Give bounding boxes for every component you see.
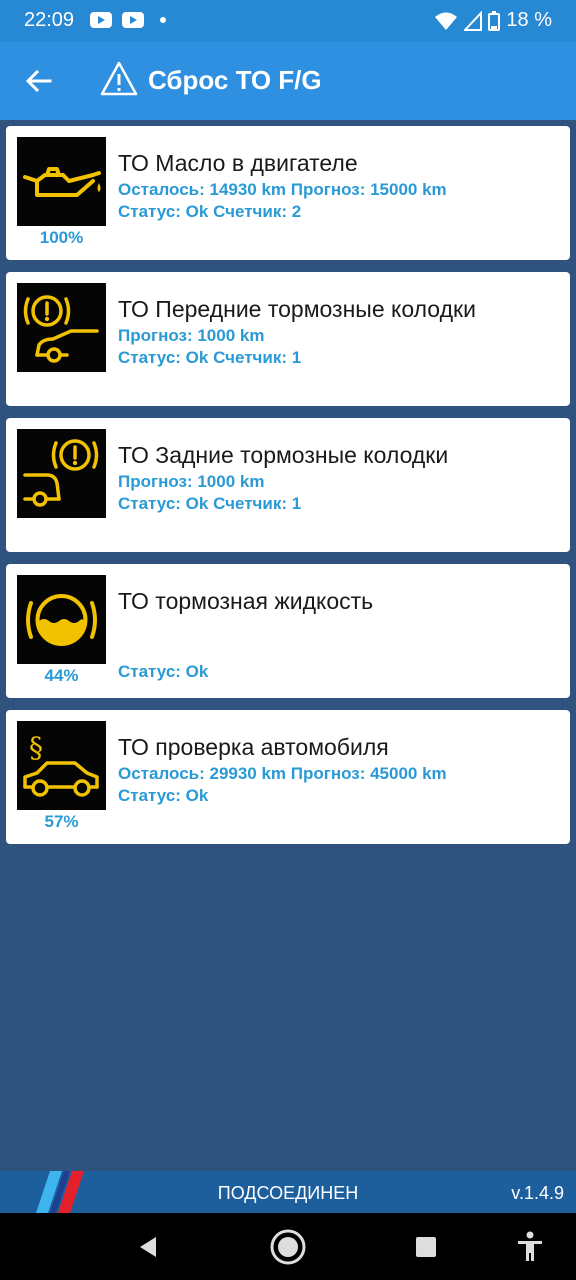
service-item-vehicle-inspection[interactable]: § 57% ТО проверка автомобиля Осталось: 2… [6, 710, 570, 844]
accessibility-icon[interactable] [510, 1229, 550, 1265]
brake-fluid-icon [17, 575, 106, 664]
status-time: 22:09 [24, 9, 75, 31]
page-title: Сброс ТО F/G [148, 65, 322, 95]
item-detail: Прогноз: 1000 km [118, 472, 265, 491]
oil-can-icon [17, 137, 106, 226]
wifi-icon [435, 12, 458, 30]
service-item-rear-brake-pads[interactable]: ТО Задние тормозные колодки Прогноз: 100… [6, 418, 570, 552]
item-detail: Осталось: 29930 km Прогноз: 45000 km [118, 764, 447, 783]
vehicle-inspection-icon: § [17, 721, 106, 810]
service-item-brake-fluid[interactable]: 44% ТО тормозная жидкость Статус: Ok [6, 564, 570, 698]
svg-text:§: § [29, 731, 43, 764]
item-detail: Осталось: 14930 km Прогноз: 15000 km [118, 180, 447, 199]
item-status: Статус: Ok Счетчик: 1 [118, 348, 302, 367]
item-title: ТО проверка автомобиля [118, 734, 389, 760]
recents-square-icon[interactable] [406, 1229, 446, 1265]
connection-status-bar: ПОДСОЕДИНЕН v.1.4.9 [0, 1171, 576, 1213]
connection-status: ПОДСОЕДИНЕН [217, 1183, 359, 1203]
item-percent: 57% [44, 812, 79, 831]
youtube-icon [90, 12, 112, 28]
item-percent: 44% [44, 666, 79, 685]
item-status: Статус: Ok Счетчик: 2 [118, 202, 302, 221]
status-right: 18 % [434, 9, 552, 32]
arrow-left-icon[interactable] [22, 64, 56, 98]
item-title: ТО Передние тормозные колодки [118, 296, 476, 322]
item-detail: Прогноз: 1000 km [118, 326, 265, 345]
service-list: 100% ТО Масло в двигателе Осталось: 1493… [6, 126, 570, 856]
item-percent: 100% [39, 228, 84, 247]
notification-dot-icon [160, 17, 166, 23]
item-title: ТО Задние тормозные колодки [118, 442, 449, 468]
item-status: Статус: Ok [118, 786, 209, 805]
signal-icon [464, 10, 483, 31]
battery-percent: 18 % [506, 9, 552, 31]
service-item-engine-oil[interactable]: 100% ТО Масло в двигателе Осталось: 1493… [6, 126, 570, 260]
service-item-front-brake-pads[interactable]: ТО Передние тормозные колодки Прогноз: 1… [6, 272, 570, 406]
app-bar: Сброс ТО F/G [0, 42, 576, 120]
status-bar: 22:09 18 % [0, 0, 576, 42]
youtube-icon [122, 12, 144, 28]
warning-triangle-icon [100, 61, 138, 96]
back-triangle-icon[interactable] [128, 1229, 168, 1265]
system-nav-bar [0, 1213, 576, 1280]
front-brake-pads-icon [17, 283, 106, 372]
item-title: ТО Масло в двигателе [118, 150, 358, 176]
battery-icon [488, 10, 501, 31]
rear-brake-pads-icon [17, 429, 106, 518]
item-title: ТО тормозная жидкость [118, 588, 374, 614]
app-version: v.1.4.9 [511, 1183, 564, 1203]
home-circle-icon[interactable] [268, 1229, 308, 1265]
item-status: Статус: Ok [118, 662, 209, 681]
item-status: Статус: Ok Счетчик: 1 [118, 494, 302, 513]
